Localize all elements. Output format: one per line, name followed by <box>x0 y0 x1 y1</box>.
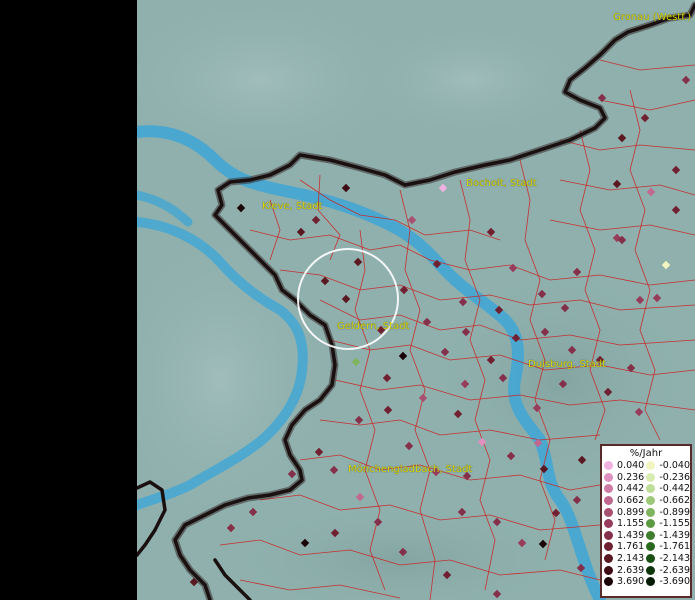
legend-value: -0.442 <box>659 483 690 495</box>
legend-positive-row: 0.442 <box>604 483 646 495</box>
legend-value: -3.690 <box>659 576 690 588</box>
legend-positive-column: 0.040 0.236 0.442 0.662 0.899 1.155 1.439 1.761… <box>604 460 646 588</box>
legend-negative-row: -0.899 <box>646 506 690 518</box>
legend-value: 3.690 <box>617 576 645 588</box>
legend-value: 1.761 <box>617 541 645 553</box>
legend-negative-row: -0.236 <box>646 472 690 484</box>
legend-positive-row: 1.761 <box>604 541 646 553</box>
city-label-bocholt: Bocholt, Stadt <box>466 178 537 189</box>
legend-value: 0.899 <box>617 506 645 518</box>
city-label-geldern: Geldern, Stadt <box>337 321 410 332</box>
legend-positive-row: 1.155 <box>604 518 646 530</box>
legend-positive-row: 3.690 <box>604 576 646 588</box>
legend-positive-row: 2.639 <box>604 564 646 576</box>
legend-positive-row: 1.439 <box>604 530 646 542</box>
legend-swatch <box>604 530 613 540</box>
legend-value: 0.236 <box>617 471 645 483</box>
legend-value: -0.236 <box>659 471 690 483</box>
legend-swatch <box>604 554 613 564</box>
legend-positive-row: 0.662 <box>604 495 646 507</box>
city-label-kleve: Kleve, Stadt <box>262 201 323 212</box>
legend-value: -1.155 <box>659 518 690 530</box>
legend-swatch <box>604 507 613 517</box>
legend-swatch <box>646 472 656 482</box>
legend-swatch <box>646 507 656 517</box>
legend-swatch <box>604 496 613 506</box>
legend-swatch <box>646 519 656 529</box>
legend-negative-row: -1.439 <box>646 530 690 542</box>
legend-swatch <box>604 472 613 482</box>
legend-positive-row: 2.143 <box>604 553 646 565</box>
legend-swatch <box>604 565 613 575</box>
legend-value: 2.639 <box>617 564 645 576</box>
legend-swatch <box>646 461 656 471</box>
legend-swatch <box>604 484 613 494</box>
legend-swatch <box>646 530 656 540</box>
legend-positive-row: 0.899 <box>604 506 646 518</box>
legend-negative-column: -0.040 -0.236 -0.442 -0.662 -0.899 -1.155 -1.4… <box>646 460 690 588</box>
legend-swatch <box>646 577 656 587</box>
legend-value: 0.442 <box>617 483 645 495</box>
legend-value: -0.040 <box>659 460 690 472</box>
legend-title: %/Jahr <box>629 448 663 459</box>
legend-value: 2.143 <box>617 553 645 565</box>
legend-negative-row: -1.155 <box>646 518 690 530</box>
legend-negative-row: -3.690 <box>646 576 690 588</box>
legend-value: -0.899 <box>659 506 690 518</box>
terrain-highlight <box>350 20 590 140</box>
legend-value: 1.155 <box>617 518 645 530</box>
legend-swatch <box>646 565 656 575</box>
legend-value: -0.662 <box>659 495 690 507</box>
legend-swatch <box>646 554 656 564</box>
legend-swatch <box>646 484 656 494</box>
legend-swatch <box>604 542 613 552</box>
legend-value: -2.639 <box>659 564 690 576</box>
legend-value: 0.040 <box>617 460 645 472</box>
legend-negative-row: -2.143 <box>646 553 690 565</box>
legend-negative-row: -0.662 <box>646 495 690 507</box>
legend-value: -1.761 <box>659 541 690 553</box>
legend-value: -2.143 <box>659 553 690 565</box>
legend-negative-row: -1.761 <box>646 541 690 553</box>
city-label-duisburg: Duisburg, Stadt <box>528 359 607 370</box>
black-margin <box>0 0 137 600</box>
city-label-gronau: Gronau (Westf.) <box>613 12 692 23</box>
legend-negative-row: -0.040 <box>646 460 690 472</box>
legend-swatch <box>604 577 613 587</box>
legend-value: 0.662 <box>617 495 645 507</box>
legend-swatch <box>604 519 613 529</box>
legend-swatch <box>604 461 613 471</box>
legend: %/Jahr 0.040 0.236 0.442 0.662 0.899 1.155 1.4… <box>600 444 692 598</box>
legend-swatch <box>646 542 656 552</box>
legend-swatch <box>646 496 656 506</box>
legend-negative-row: -2.639 <box>646 564 690 576</box>
legend-positive-row: 0.040 <box>604 460 646 472</box>
legend-value: -1.439 <box>659 529 690 541</box>
city-label-moenchengladbach: Mönchengladbach, Stadt <box>348 464 473 475</box>
legend-negative-row: -0.442 <box>646 483 690 495</box>
legend-value: 1.439 <box>617 529 645 541</box>
legend-positive-row: 0.236 <box>604 472 646 484</box>
